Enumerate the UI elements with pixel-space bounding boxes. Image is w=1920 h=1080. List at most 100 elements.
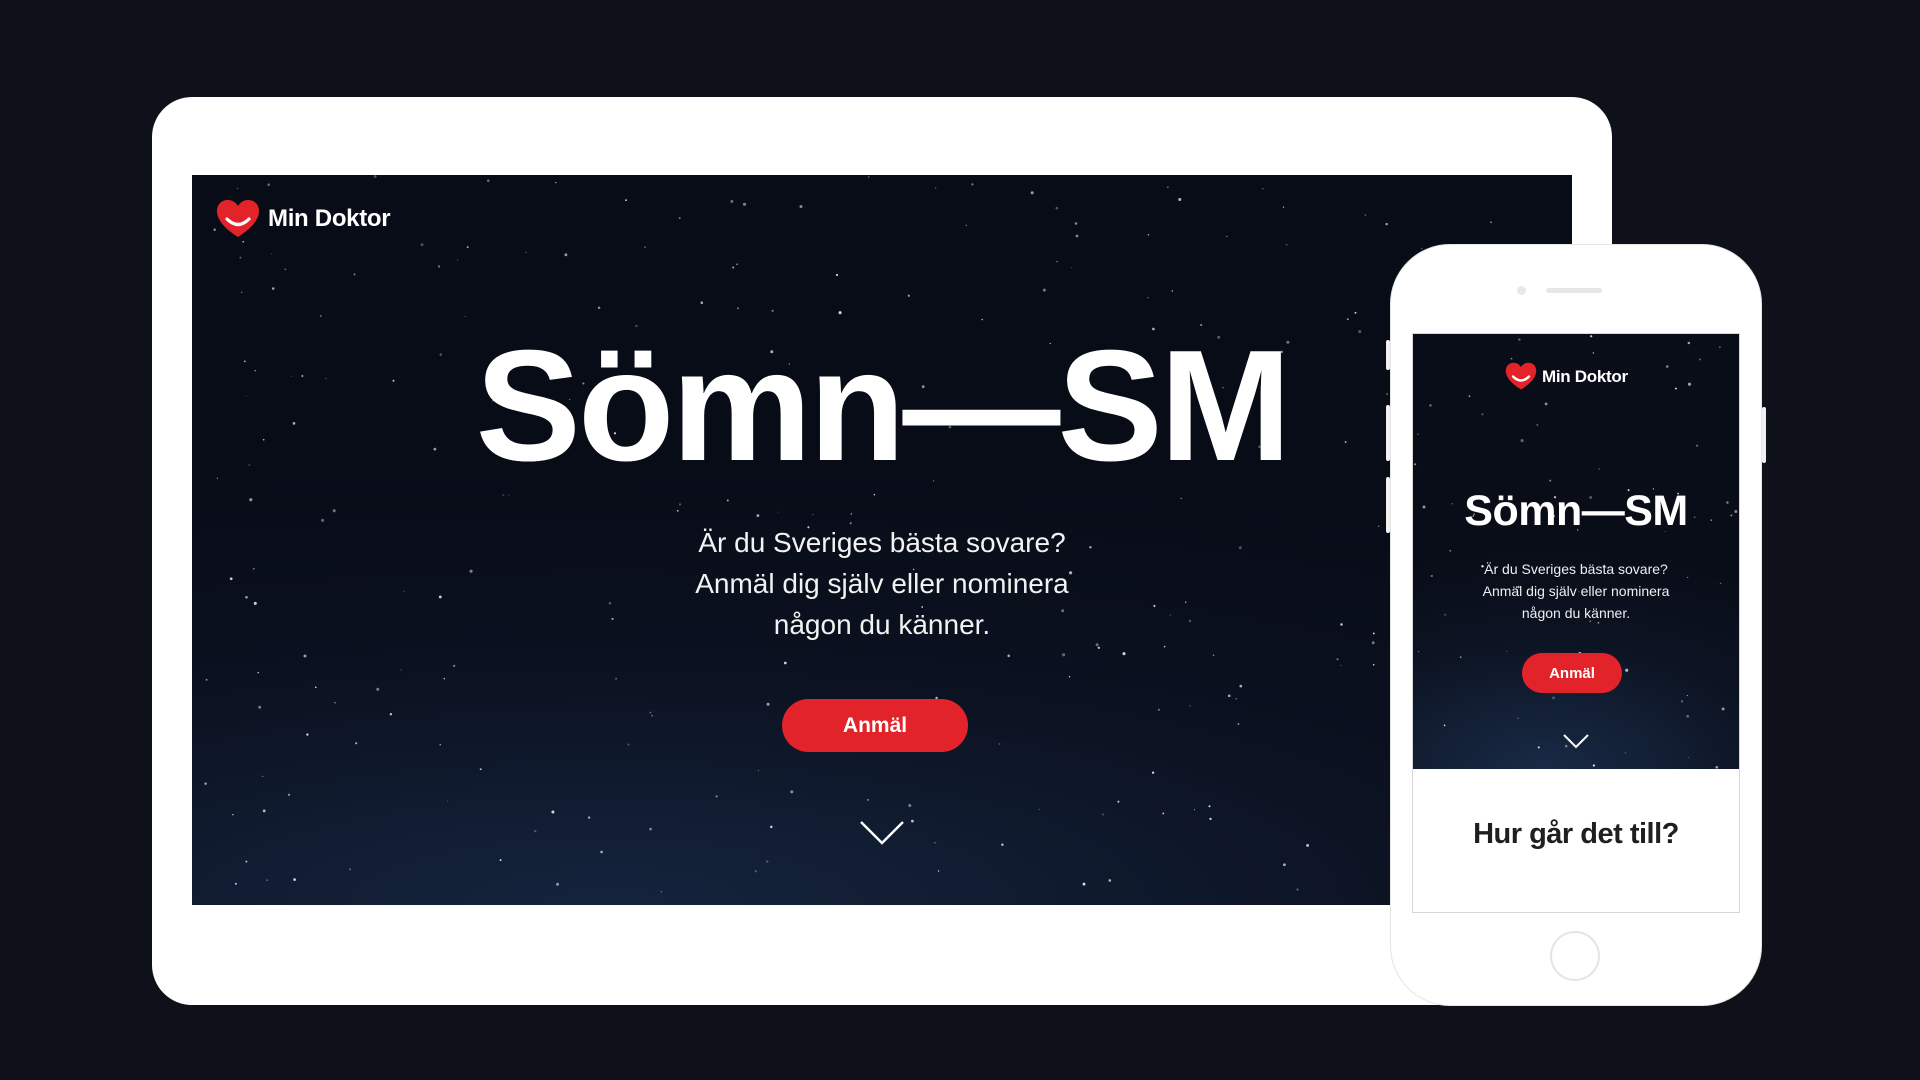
brand-logo[interactable]: Min Doktor: [1505, 362, 1628, 391]
star: [649, 827, 652, 831]
star: [348, 868, 352, 871]
star: [556, 882, 560, 886]
star: [1001, 843, 1004, 846]
star: [867, 798, 870, 801]
star: [479, 768, 482, 771]
hero-subtitle-line: Anmäl dig själv eller nominera: [695, 568, 1069, 599]
star: [1414, 463, 1417, 466]
star: [1687, 341, 1691, 345]
star: [1417, 433, 1419, 435]
star: [1062, 653, 1066, 657]
star: [1420, 247, 1423, 250]
brand-name: Min Doktor: [268, 205, 391, 232]
star: [314, 686, 317, 689]
star: [1194, 809, 1196, 811]
star: [502, 494, 505, 496]
star: [437, 265, 441, 268]
star: [1536, 423, 1539, 426]
star: [907, 294, 910, 297]
hero-subtitle-line: Anmäl dig själv eller nominera: [1482, 583, 1670, 599]
hero-subtitle: Är du Sveriges bästa sovare? Anmäl dig s…: [192, 522, 1572, 645]
star: [499, 859, 502, 862]
star: [615, 677, 618, 680]
star: [1212, 654, 1215, 656]
star: [389, 712, 393, 716]
star: [262, 775, 264, 778]
star: [1166, 186, 1169, 189]
star: [420, 243, 424, 247]
star: [757, 769, 759, 772]
chevron-down-icon[interactable]: [1562, 733, 1590, 754]
star: [1372, 663, 1375, 666]
star: [262, 809, 266, 813]
star: [1171, 290, 1174, 292]
star: [466, 246, 469, 249]
star: [266, 879, 268, 881]
chevron-down-icon[interactable]: [859, 820, 905, 851]
star: [1189, 705, 1191, 707]
star: [1042, 288, 1046, 292]
star: [1544, 402, 1548, 406]
signup-button[interactable]: Anmäl: [1522, 653, 1622, 693]
star: [1721, 707, 1725, 711]
hero-subtitle-line: Är du Sveriges bästa sovare?: [1484, 561, 1668, 577]
star: [1506, 650, 1508, 652]
star: [1208, 805, 1211, 808]
brand-name: Min Doktor: [1542, 366, 1628, 386]
star: [1598, 468, 1600, 470]
star: [486, 179, 490, 183]
home-button[interactable]: [1550, 931, 1600, 981]
star: [1687, 756, 1689, 758]
star: [1715, 765, 1719, 769]
star: [271, 287, 275, 290]
star: [1226, 235, 1228, 237]
star: [934, 187, 937, 190]
star: [742, 202, 747, 206]
star: [678, 217, 681, 220]
star: [799, 204, 803, 209]
star: [353, 273, 356, 276]
star: [241, 291, 243, 293]
star: [1282, 206, 1285, 208]
star: [1468, 395, 1471, 398]
star: [319, 314, 322, 317]
star: [1070, 267, 1072, 269]
star: [597, 306, 601, 309]
star: [1517, 717, 1519, 719]
star: [965, 224, 967, 227]
star: [271, 253, 273, 255]
star: [1239, 684, 1243, 688]
brand-logo[interactable]: Min Doktor: [216, 199, 391, 239]
star: [1549, 479, 1552, 482]
star: [1147, 233, 1150, 236]
star: [1666, 365, 1669, 368]
star: [1122, 652, 1126, 656]
front-camera: [1517, 286, 1526, 295]
star: [257, 671, 259, 674]
star: [1340, 664, 1342, 666]
star: [376, 687, 380, 691]
star: [443, 677, 446, 680]
star: [1108, 879, 1112, 882]
starfield-background: [1414, 335, 1738, 769]
star: [1459, 656, 1462, 659]
hero-subtitle-line: Är du Sveriges bästa sovare?: [698, 527, 1066, 558]
tablet-hero: Min Doktor Sömn—SM Är du Sveriges bästa …: [192, 175, 1572, 905]
star: [1520, 439, 1524, 443]
tablet-screen: Min Doktor Sömn—SM Är du Sveriges bästa …: [192, 175, 1572, 1005]
star: [850, 513, 852, 515]
star: [1101, 813, 1104, 816]
star: [812, 514, 814, 516]
star: [332, 509, 336, 513]
star: [303, 654, 307, 658]
star: [1696, 444, 1699, 447]
star: [439, 744, 441, 746]
star: [911, 819, 914, 823]
star: [258, 705, 262, 709]
star: [1552, 696, 1555, 700]
star: [1068, 675, 1071, 678]
star: [1490, 221, 1492, 224]
star: [1385, 222, 1388, 226]
hero-title: Sömn—SM: [1464, 487, 1688, 535]
signup-button[interactable]: Anmäl: [782, 699, 968, 752]
